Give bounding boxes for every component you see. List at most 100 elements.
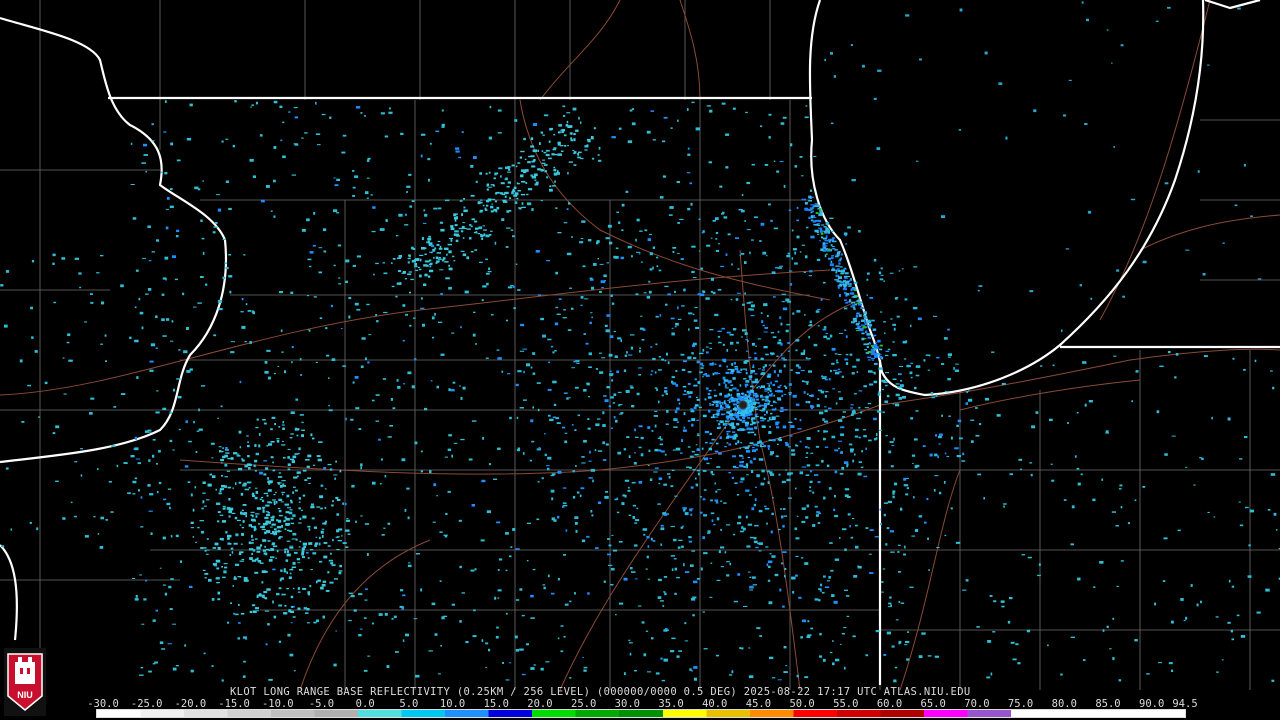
echo-speck [566,252,572,256]
echo-speck [1171,620,1174,624]
echo-speck [830,244,833,247]
echo-speck [313,296,317,298]
echo-speck [460,230,464,233]
echo-speck [284,370,287,374]
echo-speck [659,443,664,446]
echo-speck [524,158,527,160]
echo-speck [731,426,736,429]
echo-speck [844,666,846,670]
echo-speck [762,418,767,420]
echo-speck [360,365,364,369]
echo-speck [754,406,758,408]
echo-speck [571,424,574,426]
echo-speck [404,224,409,226]
echo-speck [1270,370,1273,372]
echo-speck [718,341,722,344]
echo-speck [671,380,674,384]
echo-speck [651,370,654,372]
echo-speck [626,436,630,439]
echo-speck [904,640,910,644]
echo-speck [150,343,156,347]
echo-speck [536,382,541,384]
echo-speck [241,533,244,536]
echo-speck [714,450,719,453]
echo-speck [227,534,232,538]
echo-speck [719,420,724,423]
echo-speck [671,376,676,379]
echo-speck [696,419,699,421]
echo-speck [1234,204,1238,207]
echo-speck [714,416,719,418]
echo-speck [783,393,787,395]
echo-speck [276,439,280,443]
echo-speck [322,615,325,619]
echo-speck [209,473,212,476]
echo-speck [546,176,549,179]
echo-speck [294,427,297,431]
echo-speck [777,443,779,445]
echo-speck [450,389,455,392]
echo-speck [222,576,226,579]
echo-speck [1106,625,1109,629]
echo-speck [794,262,798,265]
echo-speck [744,220,746,222]
echo-speck [519,156,522,159]
echo-speck [752,364,755,367]
echo-speck [488,171,491,174]
echo-speck [748,675,754,679]
echo-speck [616,211,619,214]
echo-speck [705,346,709,348]
echo-speck [1243,368,1246,371]
echo-speck [707,392,711,395]
echo-speck [593,127,596,130]
echo-speck [683,412,686,415]
echo-speck [354,175,358,178]
echo-speck [858,314,862,317]
echo-speck [250,106,252,108]
echo-speck [429,265,432,268]
echo-speck [342,134,347,137]
echo-speck [768,394,773,397]
echo-speck [189,103,193,107]
echo-speck [348,296,352,300]
echo-speck [781,515,784,519]
echo-speck [249,542,254,544]
echo-speck [846,615,850,617]
echo-speck [565,529,568,532]
echo-speck [792,394,797,398]
echo-speck [771,555,776,558]
echo-speck [321,528,325,530]
echo-speck [1122,295,1125,298]
echo-speck [135,594,138,598]
echo-speck [777,330,780,333]
echo-speck [1164,182,1169,185]
echo-speck [573,152,576,155]
echo-speck [428,178,430,182]
echo-speck [1101,478,1104,481]
echo-speck [488,463,491,466]
echo-speck [866,294,868,296]
echo-speck [281,491,286,493]
echo-speck [778,339,782,342]
echo-speck [448,286,452,290]
echo-speck [233,452,238,455]
echo-speck [732,431,736,433]
echo-speck [1020,468,1023,470]
echo-speck [403,383,406,385]
echo-speck [839,643,842,645]
echo-speck [659,436,662,439]
echo-speck [638,481,643,484]
echo-speck [881,388,884,391]
echo-speck [312,244,316,247]
echo-speck [508,662,512,664]
echo-speck [726,365,728,368]
echo-speck [837,280,842,283]
echo-speck [904,644,908,646]
echo-speck [778,473,781,476]
echo-speck [865,527,869,529]
echo-speck [214,222,218,224]
echo-speck [407,516,410,520]
echo-speck [696,469,700,472]
echo-speck [887,500,892,504]
echo-speck [307,525,311,528]
